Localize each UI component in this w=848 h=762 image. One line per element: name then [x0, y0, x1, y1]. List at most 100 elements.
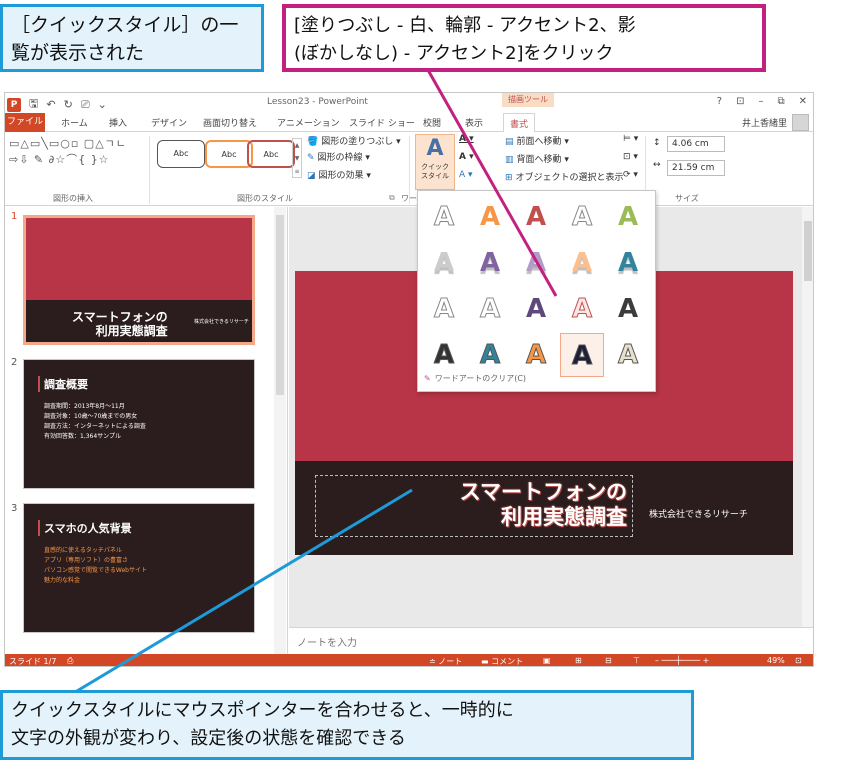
slide-thumbnail-2[interactable]: 調査概要 調査期間：2013年8月～11月 調査対象：10歳～70歳までの男女 …	[23, 359, 255, 489]
redo-icon[interactable]: ↻	[64, 98, 73, 111]
quick-style-2-2[interactable]: A	[468, 241, 512, 285]
quick-style-4-4[interactable]: A	[560, 333, 604, 377]
help-icon[interactable]: ?	[717, 96, 722, 107]
quick-style-2-5[interactable]: A	[606, 241, 650, 285]
quick-style-1-5[interactable]: A	[606, 195, 650, 239]
shape-effects-button[interactable]: ◪ 図形の効果 ▾	[307, 168, 371, 181]
clear-wordart-button[interactable]: ✎ ワードアートのクリア(C)	[424, 373, 526, 384]
quick-style-3-2[interactable]: A	[468, 287, 512, 331]
slide-thumbnail-pane: 1 スマートフォンの 利用実態調査 株式会社できるリサーチ 2 調査概要 調査期…	[5, 207, 288, 654]
quick-style-2-3[interactable]: A	[514, 241, 558, 285]
notes-toggle[interactable]: ≐ ノート	[429, 656, 462, 666]
quick-style-gallery: AAAAAAAAAAAAAAAAAAAA ✎ ワードアートのクリア(C)	[417, 190, 656, 392]
editor-scrollbar[interactable]	[802, 207, 813, 627]
quick-style-4-3[interactable]: A	[514, 333, 558, 377]
reading-view-icon[interactable]: ⊟	[605, 656, 612, 665]
tab-format[interactable]: 書式	[503, 113, 536, 133]
shape-style-gallery-scroll[interactable]: ▲ ▼ ≡	[292, 138, 302, 178]
shape-style-swatch-2[interactable]: Abc	[205, 140, 253, 168]
shape-style-swatch-1[interactable]: Abc	[157, 140, 205, 168]
powerpoint-app-icon[interactable]: P	[7, 97, 21, 112]
tab-slideshow[interactable]: スライド ショー	[349, 116, 415, 129]
tab-home[interactable]: ホーム	[61, 116, 88, 129]
quick-style-1-3[interactable]: A	[514, 195, 558, 239]
width-input[interactable]: 21.59 cm	[667, 160, 725, 176]
slide-title[interactable]: スマートフォンの 利用実態調査	[325, 479, 627, 529]
rotate-button[interactable]: ⟳ ▾	[623, 170, 638, 180]
minimize-icon[interactable]: –	[758, 96, 763, 107]
window-title: Lesson23 - PowerPoint	[267, 97, 368, 107]
quick-style-2-4[interactable]: A	[560, 241, 604, 285]
bring-forward-button[interactable]: ▤ 前面へ移動 ▾	[505, 134, 569, 147]
quick-style-3-5[interactable]: A	[606, 287, 650, 331]
tab-insert[interactable]: 挿入	[109, 116, 127, 129]
tab-design[interactable]: デザイン	[151, 116, 187, 129]
undo-icon[interactable]: ↶	[46, 98, 55, 111]
text-effects-button[interactable]: A ▾	[459, 170, 473, 180]
close-icon[interactable]: ✕	[799, 96, 807, 107]
group-button[interactable]: ⊡ ▾	[623, 152, 638, 162]
slide-sorter-icon[interactable]: ⊞	[575, 656, 582, 665]
avatar[interactable]	[792, 114, 809, 131]
tab-file[interactable]: ファイル	[5, 113, 45, 132]
quick-style-1-2[interactable]: A	[468, 195, 512, 239]
slide-company[interactable]: 株式会社できるリサーチ	[649, 507, 748, 520]
normal-view-icon[interactable]: ▣	[543, 656, 551, 665]
shape-fill-button[interactable]: 🪣 図形の塗りつぶし ▾	[307, 134, 401, 147]
editor-scrollbar-thumb[interactable]	[804, 221, 812, 281]
effects-icon: ◪	[307, 171, 316, 181]
thumbnail-scrollbar-thumb[interactable]	[276, 215, 284, 395]
shape-style-swatch-3[interactable]: Abc	[247, 140, 295, 168]
eraser-icon: ✎	[424, 374, 431, 383]
quick-style-1-1[interactable]: A	[422, 195, 466, 239]
ribbon-display-options-icon[interactable]: ⊡	[736, 96, 744, 107]
notes-pane[interactable]: ノートを入力	[289, 627, 813, 654]
restore-icon[interactable]: ⧉	[777, 96, 784, 107]
quick-style-3-4[interactable]: A	[560, 287, 604, 331]
status-bar: スライド 1/7 ⎙ ≐ ノート ▬ コメント ▣ ⊞ ⊟ ⊤ – ───┼──…	[5, 654, 813, 666]
paint-bucket-icon: 🪣	[307, 137, 319, 147]
user-name[interactable]: 井上香緒里	[742, 116, 787, 129]
quick-style-3-3[interactable]: A	[514, 287, 558, 331]
shape-gallery[interactable]: ▭△▭╲▭○▫ ▢△ㄱㄴ⇨⇩ ✎ ∂☆⌒{ }☆	[9, 136, 141, 188]
thumbnail-scrollbar[interactable]	[274, 207, 286, 654]
save-icon[interactable]: 🖫	[29, 95, 38, 114]
slide-thumbnail-3[interactable]: スマホの人気背景 直感的に使えるタッチパネル アプリ（専用ソフト）の豊富さ パソ…	[23, 503, 255, 633]
notes-placeholder: ノートを入力	[297, 638, 357, 649]
selection-pane-button[interactable]: ⊞ オブジェクトの選択と表示	[505, 170, 624, 183]
quick-style-1-4[interactable]: A	[560, 195, 604, 239]
quick-access-toolbar: P 🖫 ↶ ↻ ⎚ ⌄	[7, 95, 107, 114]
tab-view[interactable]: 表示	[465, 116, 483, 129]
dialog-launcher-icon[interactable]: ⧉	[389, 193, 395, 203]
tab-review[interactable]: 校閲	[423, 116, 441, 129]
tab-transitions[interactable]: 画面切り替え	[203, 116, 257, 129]
align-button[interactable]: ⊨ ▾	[623, 134, 638, 144]
send-backward-button[interactable]: ▥ 背面へ移動 ▾	[505, 152, 569, 165]
window-controls: ? ⊡ – ⧉ ✕	[717, 96, 807, 107]
spellcheck-icon[interactable]: ⎙	[67, 656, 73, 666]
quick-style-3-1[interactable]: A	[422, 287, 466, 331]
send-backward-icon: ▥	[505, 155, 514, 165]
quick-style-button[interactable]: A クイック スタイル	[415, 134, 455, 190]
comments-toggle[interactable]: ▬ コメント	[481, 656, 523, 666]
quick-style-4-1[interactable]: A	[422, 333, 466, 377]
width-icon: ↔	[653, 160, 661, 170]
quick-style-4-2[interactable]: A	[468, 333, 512, 377]
slideshow-icon[interactable]: ⊤	[633, 656, 640, 665]
shape-outline-button[interactable]: ✎ 図形の枠線 ▾	[307, 150, 370, 163]
zoom-slider[interactable]: – ───┼──── +	[655, 656, 709, 665]
quick-style-grid: AAAAAAAAAAAAAAAAAAAA	[422, 195, 650, 377]
start-from-beginning-icon[interactable]: ⎚	[81, 98, 90, 112]
quick-style-2-1[interactable]: A	[422, 241, 466, 285]
quick-style-4-5[interactable]: A	[606, 333, 650, 377]
height-input[interactable]: 4.06 cm	[667, 136, 725, 152]
text-fill-button[interactable]: A ▾	[459, 134, 474, 144]
callout-gallery-shown-text: ［クイックスタイル］の一覧が表示された	[11, 14, 239, 64]
tab-animations[interactable]: アニメーション	[277, 116, 340, 129]
customize-qat-icon[interactable]: ⌄	[98, 98, 107, 111]
zoom-level[interactable]: 49%	[767, 656, 785, 665]
quick-style-label-bottom: スタイル	[421, 172, 449, 180]
text-outline-button[interactable]: A ▾	[459, 152, 474, 162]
slide-thumbnail-1[interactable]: スマートフォンの 利用実態調査 株式会社できるリサーチ	[23, 215, 255, 345]
fit-to-window-icon[interactable]: ⊡	[795, 656, 802, 665]
